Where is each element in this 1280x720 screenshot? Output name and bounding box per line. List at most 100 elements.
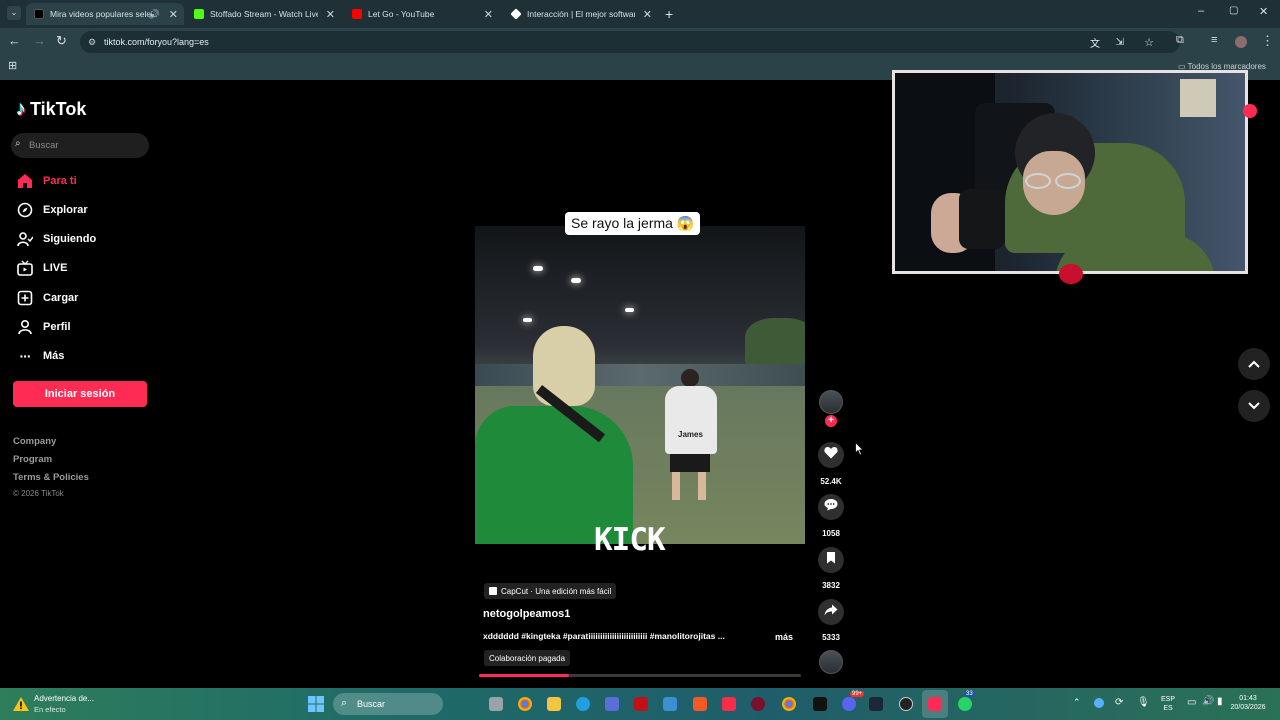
nav-item-cargar[interactable]: Cargar xyxy=(16,288,78,308)
music-icon[interactable] xyxy=(722,697,736,711)
close-icon[interactable]: ✕ xyxy=(169,8,178,21)
nav-item-explorar[interactable]: Explorar xyxy=(16,200,88,220)
window-close-icon[interactable]: ✕ xyxy=(1259,5,1268,18)
nav-item-mas[interactable]: ··· Más xyxy=(16,346,65,366)
footer-link-terms[interactable]: Terms & Policies xyxy=(13,472,89,483)
player-white-shorts xyxy=(670,454,710,472)
tiktok-taskbar-icon[interactable] xyxy=(928,697,942,711)
steam-icon[interactable] xyxy=(869,697,883,711)
close-icon[interactable]: ✕ xyxy=(643,8,652,21)
tab-interaccion[interactable]: Interacción | El mejor software ✕ xyxy=(503,3,658,25)
microphone-icon[interactable]: 🎙 xyxy=(1137,697,1150,708)
tiktok-note-icon: ♪ xyxy=(16,98,26,120)
apps-grid-icon[interactable]: ⊞ xyxy=(8,59,17,72)
forward-icon[interactable]: → xyxy=(33,33,46,48)
media-icon[interactable]: ≡ xyxy=(1211,34,1217,46)
battery-icon[interactable]: ▮ xyxy=(1217,696,1223,707)
task-view-icon[interactable] xyxy=(489,697,503,711)
taskbar-search-label: Buscar xyxy=(357,699,386,709)
stadium-light xyxy=(625,308,634,312)
nav-item-siguiendo[interactable]: Siguiendo xyxy=(16,229,96,249)
save-button[interactable] xyxy=(818,547,844,573)
back-icon[interactable]: ← xyxy=(8,33,21,48)
windows-start-icon[interactable] xyxy=(308,696,324,712)
search-input[interactable]: ⌕ Buscar xyxy=(11,133,149,158)
edge-icon[interactable] xyxy=(576,697,590,711)
jersey-name: James xyxy=(678,430,703,439)
app-orange-icon[interactable] xyxy=(693,697,707,711)
previous-video-button[interactable] xyxy=(1238,348,1270,380)
app-maroon-icon[interactable] xyxy=(751,697,765,711)
whatsapp-badge: 33 xyxy=(964,691,975,697)
clock[interactable]: 01:43 20/03/2026 xyxy=(1224,694,1272,712)
video-progress-bar[interactable] xyxy=(479,674,801,677)
video-player[interactable]: James xyxy=(475,226,805,544)
network-icon[interactable]: ▭ xyxy=(1187,697,1196,708)
close-icon[interactable]: ✕ xyxy=(484,8,493,21)
nav-label: LIVE xyxy=(43,262,68,274)
close-icon[interactable]: ✕ xyxy=(326,8,335,21)
url-field[interactable]: ⚙ tiktok.com/foryou?lang=es 文 ⇲ ☆ xyxy=(80,31,1180,53)
maximize-icon[interactable]: ▢ xyxy=(1229,5,1238,16)
speaker-icon[interactable]: 🔊 xyxy=(149,9,160,20)
more-link[interactable]: más xyxy=(775,632,793,642)
app-f-icon[interactable] xyxy=(813,697,827,711)
site-info-icon[interactable]: ⚙ xyxy=(88,37,96,48)
like-button[interactable] xyxy=(818,442,844,468)
language-indicator[interactable]: ESP ES xyxy=(1157,695,1179,713)
share-button[interactable] xyxy=(818,599,844,625)
home-icon xyxy=(16,172,34,190)
next-video-button[interactable] xyxy=(1238,390,1270,422)
tab-tiktok[interactable]: Mira videos populares selec 🔊 ✕ xyxy=(26,3,184,25)
tab-list-chevron-icon[interactable]: ⌄ xyxy=(7,6,21,20)
minimize-icon[interactable]: – xyxy=(1198,5,1204,17)
save-count: 3832 xyxy=(822,581,840,590)
discord-icon[interactable] xyxy=(842,697,856,711)
warning-title[interactable]: Advertencia de... xyxy=(34,694,94,703)
obs-icon[interactable] xyxy=(899,697,913,711)
tray-chevron-up-icon[interactable]: ⌃ xyxy=(1073,697,1081,708)
chrome-profile-icon[interactable] xyxy=(782,697,796,711)
file-explorer-icon[interactable] xyxy=(547,697,561,711)
profile-avatar-icon[interactable] xyxy=(1235,36,1247,48)
video-username[interactable]: netogolpeamos1 xyxy=(483,608,570,620)
taskbar-search[interactable]: ⌕ Buscar xyxy=(333,693,443,715)
nav-item-perfil[interactable]: Perfil xyxy=(16,317,71,337)
kick-favicon-icon xyxy=(194,9,204,19)
comment-button[interactable] xyxy=(818,494,844,520)
new-tab-icon[interactable]: + xyxy=(665,6,673,22)
extensions-icon[interactable]: ⧉ xyxy=(1176,34,1184,47)
install-icon[interactable]: ⇲ xyxy=(1116,37,1124,48)
app-blue-icon[interactable] xyxy=(663,697,677,711)
bookmark-star-icon[interactable]: ☆ xyxy=(1144,36,1154,49)
whatsapp-icon[interactable] xyxy=(958,697,972,711)
nav-item-live[interactable]: LIVE xyxy=(16,258,67,278)
follow-plus-icon[interactable]: + xyxy=(825,415,837,427)
volume-icon[interactable]: 🔊 xyxy=(1202,696,1214,707)
tab-kick[interactable]: Stoffado Stream - Watch Live o ✕ xyxy=(186,3,341,25)
address-bar-row: ← → ↻ ⚙ tiktok.com/foryou?lang=es 文 ⇲ ☆ … xyxy=(0,28,1280,56)
video-caption-sticker: Se rayo la jerma 😱 xyxy=(565,212,701,235)
chevron-down-icon xyxy=(1248,397,1260,415)
nav-item-para-ti[interactable]: Para ti xyxy=(16,171,77,191)
capcut-icon xyxy=(489,587,497,595)
browser-tab-bar: ⌄ Mira videos populares selec 🔊 ✕ Stoffa… xyxy=(0,0,1280,28)
tiktok-app-partial-button[interactable] xyxy=(1243,104,1257,118)
chrome-icon[interactable] xyxy=(518,697,532,711)
music-disc-avatar[interactable] xyxy=(819,650,843,674)
tab-youtube[interactable]: Let Go - YouTube ✕ xyxy=(344,3,499,25)
footer-link-program[interactable]: Program xyxy=(13,454,52,465)
login-button[interactable]: Iniciar sesión xyxy=(13,381,147,407)
nav-label: Perfil xyxy=(43,321,71,333)
footer-link-company[interactable]: Company xyxy=(13,436,56,447)
tiktok-logo[interactable]: ♪ TikTok xyxy=(16,98,86,121)
translate-icon[interactable]: 文 xyxy=(1090,35,1100,50)
store-icon[interactable] xyxy=(605,697,619,711)
menu-kebab-icon[interactable]: ⋮ xyxy=(1261,33,1274,49)
capcut-anchor[interactable]: CapCut · Una edición más fácil xyxy=(484,583,617,599)
creator-avatar[interactable] xyxy=(819,390,843,414)
app-red-icon[interactable] xyxy=(634,697,648,711)
sync-icon[interactable]: ⟳ xyxy=(1115,697,1123,708)
onedrive-icon[interactable] xyxy=(1094,698,1104,708)
reload-icon[interactable]: ↻ xyxy=(56,33,67,49)
